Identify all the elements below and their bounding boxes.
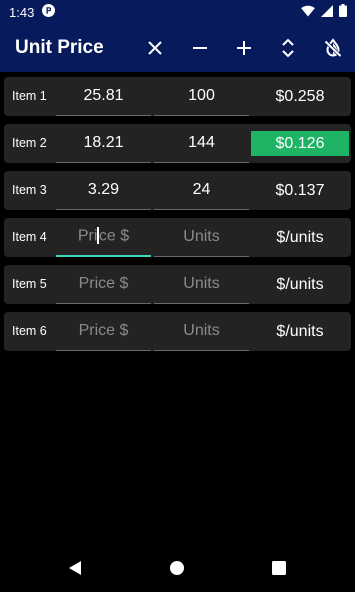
placeholder-part: ce $	[98, 227, 130, 245]
unit-price-result: $0.258	[275, 87, 325, 105]
best-unit-price-result: $0.126	[251, 131, 349, 156]
p-badge-icon	[42, 4, 56, 20]
units-input[interactable]: 24	[154, 171, 249, 210]
back-icon	[69, 561, 81, 575]
close-icon	[148, 41, 162, 55]
invert-colors-off-icon	[324, 38, 342, 58]
price-placeholder: Price $	[78, 275, 129, 292]
unit-price-result: $0.137	[275, 181, 325, 199]
wifi-icon	[301, 5, 315, 20]
unfold-icon	[282, 38, 294, 58]
status-time: 1:43	[9, 4, 35, 20]
item-row-1: Item 1 25.81 100 $0.258	[4, 77, 351, 116]
plus-icon	[237, 41, 251, 55]
app-title: Unit Price	[15, 37, 104, 58]
signal-icon	[321, 4, 333, 20]
theme-toggle-button[interactable]	[321, 36, 345, 60]
price-input[interactable]: 3.29	[56, 171, 151, 210]
item-row-6: Item 6 Price $ Units $/units	[4, 312, 351, 351]
units-placeholder: Units	[183, 322, 220, 339]
item-label: Item 3	[12, 183, 47, 197]
item-label: Item 4	[12, 230, 47, 244]
item-row-5: Item 5 Price $ Units $/units	[4, 265, 351, 304]
status-bar: 1:43	[0, 0, 355, 24]
remove-row-button[interactable]	[188, 36, 212, 60]
unit-price-result: $/units	[276, 275, 324, 293]
units-value: 144	[188, 134, 215, 151]
price-input[interactable]: Price $	[56, 265, 151, 304]
item-row-2: Item 2 18.21 144 $0.126	[4, 124, 351, 163]
item-label: Item 6	[12, 324, 47, 338]
back-button[interactable]	[65, 558, 85, 578]
price-input[interactable]: Price $	[56, 312, 151, 351]
home-icon	[170, 561, 184, 575]
price-input[interactable]: 18.21	[56, 124, 151, 163]
units-placeholder: Units	[183, 275, 220, 292]
battery-icon	[339, 4, 347, 20]
units-value: 24	[192, 181, 211, 198]
add-row-button[interactable]	[232, 36, 256, 60]
units-input[interactable]: Units	[154, 218, 249, 257]
units-input[interactable]: 100	[154, 77, 249, 116]
units-input[interactable]: Units	[154, 265, 249, 304]
price-input[interactable]: 25.81	[56, 77, 151, 116]
price-placeholder: Price $	[78, 322, 129, 339]
units-input[interactable]: 144	[154, 124, 249, 163]
system-nav-bar	[0, 544, 355, 592]
placeholder-part: Pri	[77, 227, 98, 245]
recents-button[interactable]	[269, 558, 289, 578]
units-placeholder: Units	[183, 228, 220, 245]
price-input[interactable]: Price $	[56, 218, 151, 257]
clear-button[interactable]	[143, 36, 167, 60]
sort-button[interactable]	[276, 36, 300, 60]
home-button[interactable]	[167, 558, 187, 578]
price-value: 3.29	[87, 181, 120, 198]
app-bar: Unit Price	[0, 24, 355, 72]
price-value: 25.81	[83, 87, 124, 104]
unit-price-result: $/units	[276, 228, 324, 246]
price-placeholder: Price $	[78, 227, 129, 246]
units-value: 100	[188, 87, 215, 104]
item-label: Item 1	[12, 89, 47, 103]
price-value: 18.21	[83, 134, 124, 151]
recents-icon	[272, 561, 286, 575]
minus-icon	[193, 47, 207, 49]
item-label: Item 5	[12, 277, 47, 291]
item-label: Item 2	[12, 136, 47, 150]
unit-price-result: $/units	[276, 322, 324, 340]
item-row-4: Item 4 Price $ Units $/units	[4, 218, 351, 257]
units-input[interactable]: Units	[154, 312, 249, 351]
item-row-3: Item 3 3.29 24 $0.137	[4, 171, 351, 210]
